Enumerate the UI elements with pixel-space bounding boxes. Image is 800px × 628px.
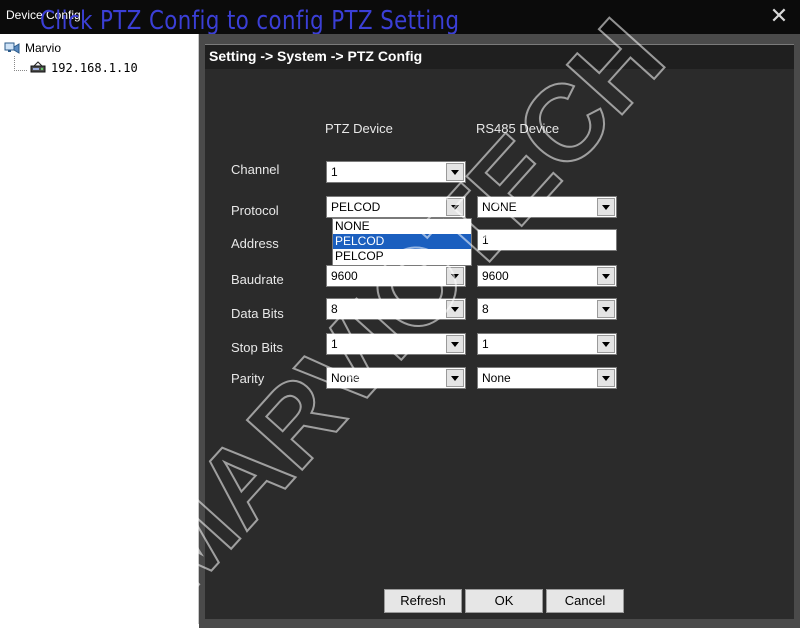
device-tree-icon [4, 41, 20, 55]
ptz-parity-select[interactable]: None [326, 367, 466, 389]
ptz-data-bits-select[interactable]: 8 [326, 298, 466, 320]
ptz-config-form: PTZ Device RS485 Device Channel 1 Protoc… [205, 69, 794, 619]
tree-item-label: 192.168.1.10 [51, 61, 138, 75]
chevron-down-icon[interactable] [597, 300, 615, 318]
chevron-down-icon[interactable] [446, 163, 464, 181]
rs485-device-header: RS485 Device [476, 121, 560, 136]
channel-label: Channel [231, 162, 280, 177]
tree-connector [14, 56, 27, 71]
dropdown-option[interactable]: PELCOP [333, 249, 471, 264]
rs485-stop-bits-select[interactable]: 1 [477, 333, 617, 355]
ptz-protocol-select[interactable]: PELCOD [326, 196, 466, 218]
rs485-address-field[interactable]: 1 [477, 229, 617, 251]
settings-panel: Setting -> System -> PTZ Config PTZ Devi… [199, 34, 800, 628]
chevron-down-icon[interactable] [597, 369, 615, 387]
rs485-baudrate-select[interactable]: 9600 [477, 265, 617, 287]
address-label: Address [231, 236, 279, 251]
title-bar: Device Config Click PTZ Config to config… [0, 0, 800, 36]
chevron-down-icon[interactable] [597, 198, 615, 216]
breadcrumb: Setting -> System -> PTZ Config [209, 48, 423, 64]
protocol-dropdown-list: NONE PELCOD PELCOP [332, 218, 472, 266]
tree-item-label: Marvio [25, 41, 62, 55]
cancel-button[interactable]: Cancel [546, 589, 624, 613]
ptz-baudrate-select[interactable]: 9600 [326, 265, 466, 287]
ok-button[interactable]: OK [465, 589, 543, 613]
ptz-stop-bits-select[interactable]: 1 [326, 333, 466, 355]
protocol-label: Protocol [231, 203, 279, 218]
close-icon[interactable]: ✕ [764, 2, 794, 32]
chevron-down-icon[interactable] [446, 267, 464, 285]
breadcrumb-bar: Setting -> System -> PTZ Config [205, 44, 794, 69]
device-tree: Marvio 192.168.1.10 [0, 34, 199, 624]
dvr-device-icon [30, 61, 46, 75]
chevron-down-icon[interactable] [446, 300, 464, 318]
dropdown-option-selected[interactable]: PELCOD [333, 234, 471, 249]
chevron-down-icon[interactable] [597, 267, 615, 285]
baudrate-label: Baudrate [231, 272, 284, 287]
rs485-parity-select[interactable]: None [477, 367, 617, 389]
tree-item-device[interactable]: 192.168.1.10 [30, 59, 138, 77]
chevron-down-icon[interactable] [446, 198, 464, 216]
rs485-protocol-select[interactable]: NONE [477, 196, 617, 218]
data-bits-label: Data Bits [231, 306, 284, 321]
chevron-down-icon[interactable] [597, 335, 615, 353]
ptz-device-header: PTZ Device [325, 121, 393, 136]
chevron-down-icon[interactable] [446, 335, 464, 353]
overlay-caption: Click PTZ Config to config PTZ Setting [40, 6, 460, 36]
parity-label: Parity [231, 371, 265, 386]
tree-item-root[interactable]: Marvio [4, 39, 61, 57]
stop-bits-label: Stop Bits [231, 340, 284, 355]
chevron-down-icon[interactable] [446, 369, 464, 387]
dropdown-option[interactable]: NONE [333, 219, 471, 234]
channel-select[interactable]: 1 [326, 161, 466, 183]
refresh-button[interactable]: Refresh [384, 589, 462, 613]
rs485-data-bits-select[interactable]: 8 [477, 298, 617, 320]
